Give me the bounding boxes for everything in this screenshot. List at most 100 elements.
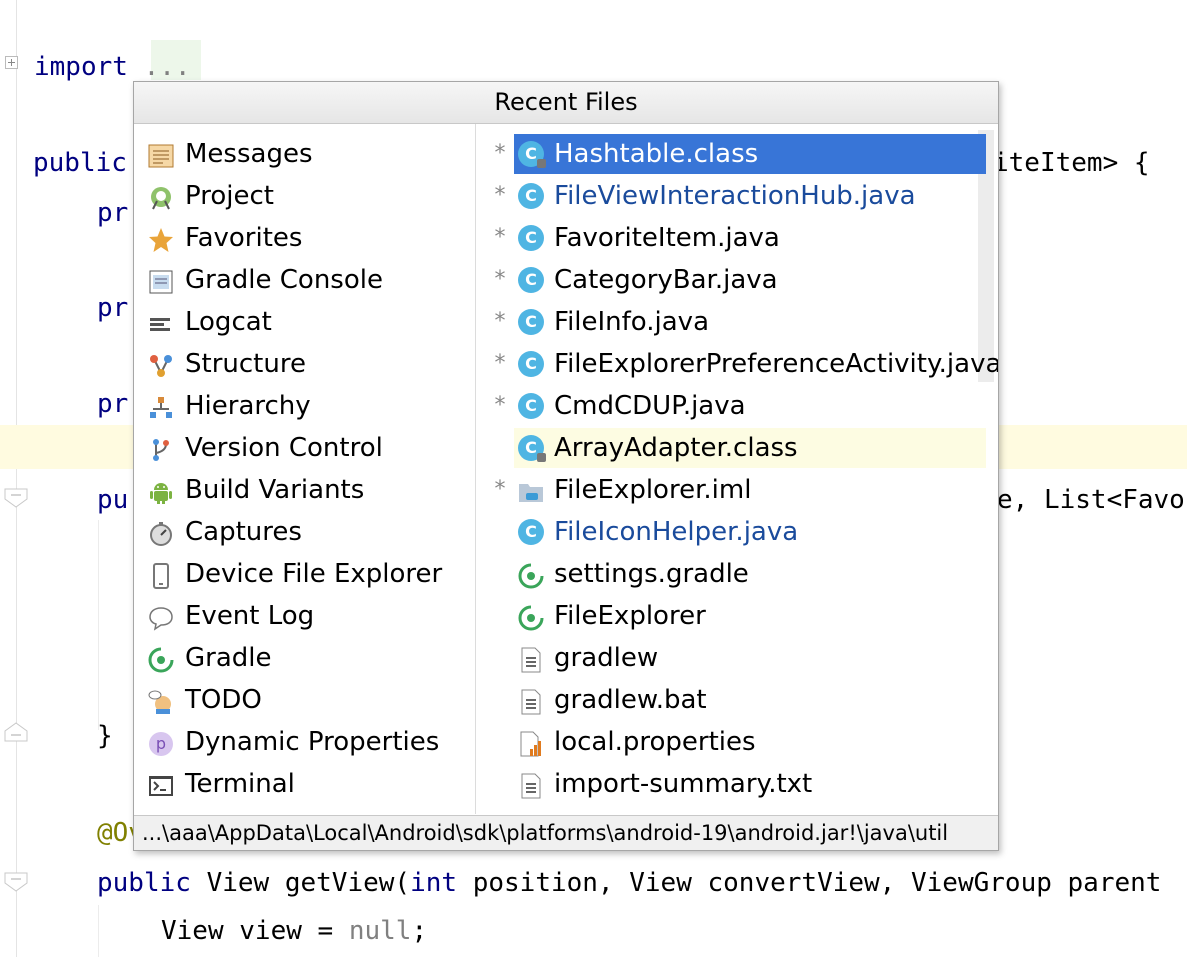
tool-windows-list[interactable]: Messages Project Favorites Gradle Consol… <box>134 124 476 814</box>
terminal-icon <box>148 771 174 797</box>
device-icon <box>148 561 174 589</box>
module-folder-icon <box>518 477 544 503</box>
tool-item-label: Project <box>185 181 274 211</box>
file-item-label: FileExplorer.iml <box>554 475 752 505</box>
code-line-view-decl: View view = null; <box>161 916 427 946</box>
java-class-icon: C <box>518 183 544 209</box>
dynamic-properties-icon: p <box>148 729 174 756</box>
code-line-field: pr <box>97 293 129 323</box>
file-path-status: ...\aaa\AppData\Local\Android\sdk\platfo… <box>134 815 998 850</box>
java-class-icon: C <box>518 225 544 251</box>
fold-start-icon[interactable] <box>4 872 28 892</box>
code-line-constructor-tail: e, List<Favor <box>997 485 1187 515</box>
keyword: public <box>97 868 191 898</box>
file-item-hashtable[interactable]: * C Hashtable.class <box>495 134 986 174</box>
java-class-icon: C <box>518 519 544 545</box>
modified-marker: * <box>494 351 506 376</box>
hierarchy-icon <box>148 393 174 419</box>
file-item-import-summary[interactable]: import-summary.txt <box>514 764 986 804</box>
modified-marker: * <box>494 267 506 292</box>
file-item-fileexplorerpreferenceactivity[interactable]: * C FileExplorerPreferenceActivity.java <box>495 344 999 384</box>
modified-marker: * <box>494 183 506 208</box>
code-text: View view = <box>161 916 349 946</box>
file-item-fileinfo[interactable]: * C FileInfo.java <box>495 302 986 342</box>
tool-item-label: Messages <box>185 139 313 169</box>
modified-marker: * <box>494 477 506 502</box>
gradle-console-icon <box>148 267 174 294</box>
editor-gutter <box>16 0 17 957</box>
code-text: position, View convertView, ViewGroup pa… <box>457 868 1162 898</box>
code-line-getview: public View getView(int position, View c… <box>97 868 1161 898</box>
file-item-label: FileViewInteractionHub.java <box>554 181 916 211</box>
file-item-label: ArrayAdapter.class <box>554 433 798 463</box>
recent-files-popup[interactable]: Recent Files Messages Project Favorites … <box>133 81 999 851</box>
tool-item-label: Device File Explorer <box>185 559 443 589</box>
keyword: int <box>410 868 458 898</box>
file-item-label: import-summary.txt <box>554 769 813 799</box>
svg-text:p: p <box>156 734 166 753</box>
structure-icon <box>148 351 174 377</box>
properties-file-icon <box>518 729 544 757</box>
expand-fold-icon[interactable] <box>5 56 18 69</box>
java-class-icon: C <box>518 351 544 377</box>
file-item-fileiconhelper[interactable]: C FileIconHelper.java <box>514 512 986 552</box>
tool-item-label: Version Control <box>185 433 383 463</box>
keyword-null: null <box>348 916 412 946</box>
file-item-categorybar[interactable]: * C CategoryBar.java <box>495 260 986 300</box>
file-item-label: FileExplorer <box>554 601 706 631</box>
tool-item-label: Hierarchy <box>185 391 311 421</box>
file-item-local-properties[interactable]: local.properties <box>514 722 986 762</box>
java-class-icon: C <box>518 393 544 419</box>
keyword: import <box>34 52 128 82</box>
code-line-class: public <box>33 148 127 178</box>
indent-guide <box>98 905 99 957</box>
tool-item-label: Logcat <box>185 307 272 337</box>
tool-item-label: Gradle Console <box>185 265 383 295</box>
gradle-icon <box>518 561 544 589</box>
event-log-icon <box>148 603 174 631</box>
code-text: View getView( <box>190 868 411 898</box>
class-file-icon: C <box>518 435 546 462</box>
tool-item-label: Terminal <box>185 769 295 799</box>
fold-start-icon[interactable] <box>4 488 28 508</box>
file-item-label: Hashtable.class <box>554 139 759 169</box>
modified-marker: * <box>494 393 506 418</box>
tool-item-label: Favorites <box>185 223 303 253</box>
modified-marker: * <box>494 225 506 250</box>
file-item-gradlew[interactable]: gradlew <box>514 638 986 678</box>
file-item-fileexplorer[interactable]: FileExplorer <box>514 596 986 636</box>
gradle-icon <box>518 603 544 631</box>
file-item-fileviewinteractionhub[interactable]: * C FileViewInteractionHub.java <box>495 176 986 216</box>
file-item-fileexplorer-iml[interactable]: * FileExplorer.iml <box>495 470 986 510</box>
gradle-icon <box>148 645 174 673</box>
file-item-label: FileInfo.java <box>554 307 709 337</box>
version-control-icon <box>148 435 174 461</box>
fold-end-icon[interactable] <box>4 722 28 742</box>
file-item-label: FavoriteItem.java <box>554 223 780 253</box>
recent-files-list[interactable]: * C Hashtable.class * C FileViewInteract… <box>476 124 998 814</box>
file-item-settings-gradle[interactable]: settings.gradle <box>514 554 986 594</box>
java-class-icon: C <box>518 309 544 335</box>
file-item-arrayadapter[interactable]: C ArrayAdapter.class <box>514 428 986 468</box>
project-icon <box>148 183 174 210</box>
folded-import-dots[interactable]: ... <box>144 52 191 82</box>
modified-marker: * <box>494 141 506 166</box>
messages-icon <box>148 141 174 168</box>
tool-item-label: Captures <box>185 517 302 547</box>
file-item-label: gradlew <box>554 643 659 673</box>
favorites-star-icon <box>148 225 174 252</box>
file-item-label: CmdCDUP.java <box>554 391 746 421</box>
keyword: public <box>33 148 127 178</box>
text-file-icon <box>518 645 544 673</box>
file-item-label: FileExplorerPreferenceActivity.java <box>554 349 998 379</box>
file-item-gradlew-bat[interactable]: gradlew.bat <box>514 680 986 720</box>
file-item-cmdcdup[interactable]: * C CmdCDUP.java <box>495 386 986 426</box>
file-item-favoriteitem[interactable]: * C FavoriteItem.java <box>495 218 986 258</box>
tool-item-label: Event Log <box>185 601 315 631</box>
modified-marker: * <box>494 309 506 334</box>
code-line-class-tail: iteItem> { <box>993 148 1150 178</box>
file-item-label: settings.gradle <box>554 559 749 589</box>
indent-guide <box>98 520 99 730</box>
captures-icon <box>148 519 174 546</box>
tool-item-label: Structure <box>185 349 306 379</box>
